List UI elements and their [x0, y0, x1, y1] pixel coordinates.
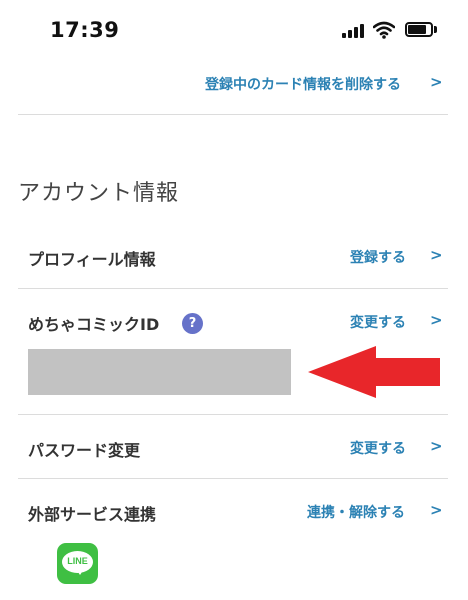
- delete-card-info-link[interactable]: 登録中のカード情報を削除する: [205, 74, 401, 94]
- battery-icon: [405, 22, 433, 37]
- divider: [18, 114, 448, 115]
- wifi-icon: [373, 21, 395, 39]
- chevron-right-icon[interactable]: >: [430, 437, 443, 455]
- chevron-right-icon[interactable]: >: [430, 501, 443, 519]
- external-link-unlink-link[interactable]: 連携・解除する: [307, 502, 405, 522]
- comic-id-label: めちゃコミックID: [28, 315, 160, 334]
- password-label: パスワード変更: [28, 441, 141, 460]
- external-services-label: 外部サービス連携: [28, 505, 157, 524]
- profile-label: プロフィール情報: [28, 250, 156, 269]
- line-icon-label: LINE: [67, 556, 88, 566]
- chevron-right-icon[interactable]: >: [430, 73, 443, 91]
- status-bar: 17:39: [0, 0, 468, 58]
- battery-cap: [434, 26, 437, 33]
- password-row[interactable]: パスワード変更 変更する >: [0, 415, 468, 479]
- red-arrow-annotation-icon: [308, 346, 440, 398]
- line-app-icon[interactable]: LINE: [57, 543, 98, 584]
- profile-row[interactable]: プロフィール情報 登録する >: [0, 225, 468, 289]
- account-section-title: アカウント情報: [18, 181, 180, 206]
- password-change-link[interactable]: 変更する: [350, 438, 406, 458]
- cellular-signal-icon: [342, 24, 366, 38]
- comic-id-value-redacted: [28, 349, 291, 395]
- chevron-right-icon[interactable]: >: [430, 311, 443, 329]
- chevron-right-icon[interactable]: >: [430, 246, 443, 264]
- comic-id-change-link[interactable]: 変更する: [350, 312, 406, 332]
- status-time: 17:39: [50, 18, 120, 42]
- profile-register-link[interactable]: 登録する: [350, 247, 406, 267]
- help-icon[interactable]: ?: [182, 313, 203, 334]
